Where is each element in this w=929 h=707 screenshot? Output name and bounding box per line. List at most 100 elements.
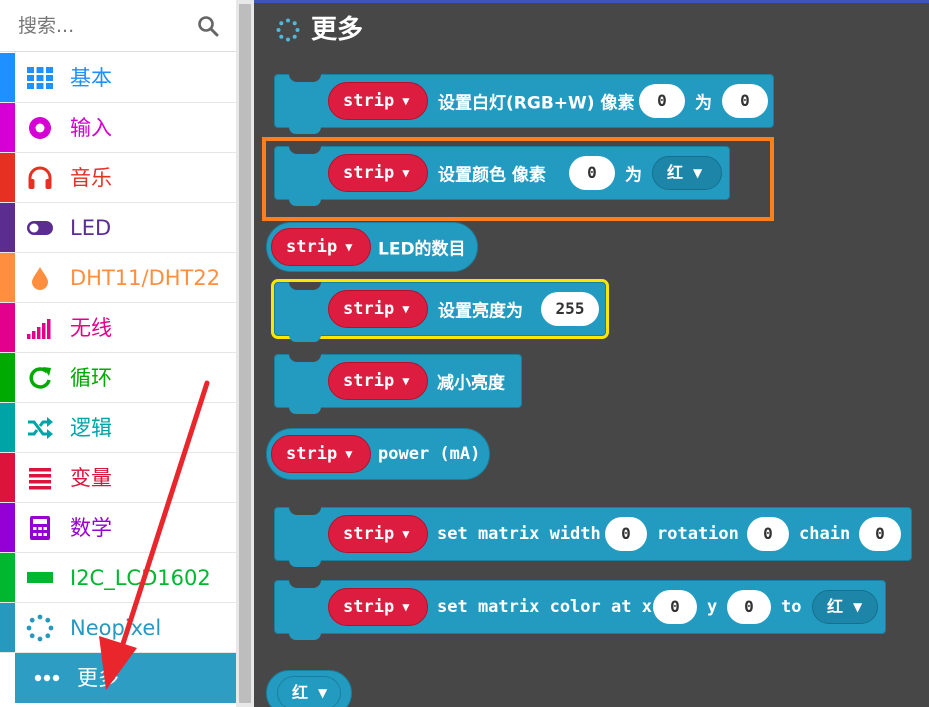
caret-down-icon: ▼ [402,600,410,614]
category-color-bar [0,153,15,202]
block-power[interactable]: strip ▼ power (mA) [266,428,490,480]
category-logic[interactable]: 逻辑 [0,403,236,453]
pixel-index-input[interactable]: 0 [569,156,615,190]
x-input[interactable]: 0 [653,590,697,624]
caret-down-icon: ▼ [345,447,353,461]
block-text: 设置亮度为 [438,301,523,322]
block-flyout: 更多 strip ▼ 设置白灯(RGB+W) 像素 0 为 0 strip ▼ 设置… [254,0,929,707]
strip-variable-dropdown[interactable]: strip ▼ [271,228,371,266]
dotted-circle-icon [26,614,54,642]
chain-input[interactable]: 0 [859,517,901,551]
dotted-circle-icon [276,18,300,42]
dropdown-value: 红 [667,163,684,182]
flyout-top-border [254,0,929,3]
category-music[interactable]: 音乐 [0,153,236,203]
caret-down-icon: ▼ [402,374,410,388]
strip-variable-dropdown[interactable]: strip ▼ [328,82,428,120]
y-input[interactable]: 0 [727,590,771,624]
category-label: 逻辑 [70,416,112,440]
grid-icon [27,67,53,89]
category-label: 数学 [70,516,112,540]
block-set-matrix-color[interactable]: strip ▼ set matrix color at x 0 y 0 to 红 ▼ [274,580,886,640]
category-label: Neopixel [70,616,162,640]
block-set-white-pixel[interactable]: strip ▼ 设置白灯(RGB+W) 像素 0 为 0 [274,74,774,134]
block-text: power (mA) [378,444,481,464]
caret-down-icon: ▼ [402,166,410,180]
caret-down-icon: ▼ [402,527,410,541]
color-dropdown[interactable]: 红 ▼ [812,590,878,624]
block-text: set matrix color at x [437,597,652,617]
flyout-title: 更多 [311,15,364,45]
pixel-index-input[interactable]: 0 [639,84,685,118]
category-color-bar [0,53,15,102]
block-text: set matrix width [437,524,601,544]
block-text: y [707,597,718,617]
search-input[interactable] [18,12,188,40]
matrix-width-input[interactable]: 0 [605,517,647,551]
caret-down-icon: ▼ [402,94,410,108]
category-color-bar [0,453,15,502]
caret-down-icon: ▼ [853,600,863,614]
color-dropdown[interactable]: 红 ▼ [652,156,722,190]
category-color-bar [0,353,15,402]
block-ease-brightness[interactable]: strip ▼ 减小亮度 [274,354,522,414]
category-neopixel[interactable]: Neopixel [0,603,236,653]
block-color-value[interactable]: 红 ▼ [266,670,352,707]
block-text: chain [799,524,851,544]
variable-name: strip [286,444,338,464]
caret-down-icon: ▼ [318,686,328,700]
category-label: I2C_LCD1602 [70,566,211,590]
category-led[interactable]: LED [0,203,236,253]
strip-variable-dropdown[interactable]: strip ▼ [328,362,428,400]
category-color-bar [0,303,15,352]
strip-variable-dropdown[interactable]: strip ▼ [328,515,428,553]
strip-variable-dropdown[interactable]: strip ▼ [328,290,428,328]
block-set-brightness[interactable]: strip ▼ 设置亮度为 255 [271,279,609,342]
category-color-bar [0,603,15,652]
category-label: 音乐 [70,166,112,190]
headphones-icon [28,166,52,189]
variable-name: strip [343,371,395,391]
block-led-count[interactable]: strip ▼ LED的数目 [266,222,478,272]
category-label: 基本 [70,66,112,90]
rotation-input[interactable]: 0 [747,517,789,551]
category-color-bar [0,203,15,252]
block-text: LED的数目 [378,239,466,260]
loop-arrow-icon [29,367,51,389]
category-dht[interactable]: DHT11/DHT22 [0,253,236,303]
category-label: LED [70,216,112,240]
scrollbar-thumb[interactable] [239,4,251,703]
block-text: 为 [695,93,712,114]
category-label: 输入 [70,116,112,140]
lcd-rect-icon [27,572,53,583]
category-basic[interactable]: 基本 [0,53,236,103]
category-more[interactable]: 更多 [15,653,236,703]
search-icon[interactable] [197,15,219,37]
category-i2c-lcd1602[interactable]: I2C_LCD1602 [0,553,236,603]
category-math[interactable]: 数学 [0,503,236,553]
variable-name: strip [286,237,338,257]
dropdown-value: 红 [292,683,309,702]
block-text: 设置白灯(RGB+W) 像素 [438,93,635,114]
category-radio[interactable]: 无线 [0,303,236,353]
variable-name: strip [343,299,395,319]
strip-variable-dropdown[interactable]: strip ▼ [328,154,428,192]
variable-name: strip [343,524,395,544]
category-label: 循环 [70,366,112,390]
category-variables[interactable]: 变量 [0,453,236,503]
sidebar-scrollbar[interactable] [236,0,254,707]
block-set-pixel-color[interactable]: strip ▼ 设置颜色 像素 0 为 红 ▼ [274,146,730,206]
category-loops[interactable]: 循环 [0,353,236,403]
more-dots-icon [34,674,60,682]
strip-variable-dropdown[interactable]: strip ▼ [328,588,428,626]
color-dropdown[interactable]: 红 ▼ [277,676,341,707]
list-lines-icon [29,468,51,490]
brightness-input[interactable]: 255 [541,292,599,326]
strip-variable-dropdown[interactable]: strip ▼ [271,435,371,473]
variable-name: strip [343,91,395,111]
block-text: rotation [657,524,739,544]
category-label: 无线 [70,316,112,340]
category-input[interactable]: 输入 [0,103,236,153]
block-set-matrix-width[interactable]: strip ▼ set matrix width 0 rotation 0 cha… [274,507,912,567]
white-value-input[interactable]: 0 [722,84,768,118]
